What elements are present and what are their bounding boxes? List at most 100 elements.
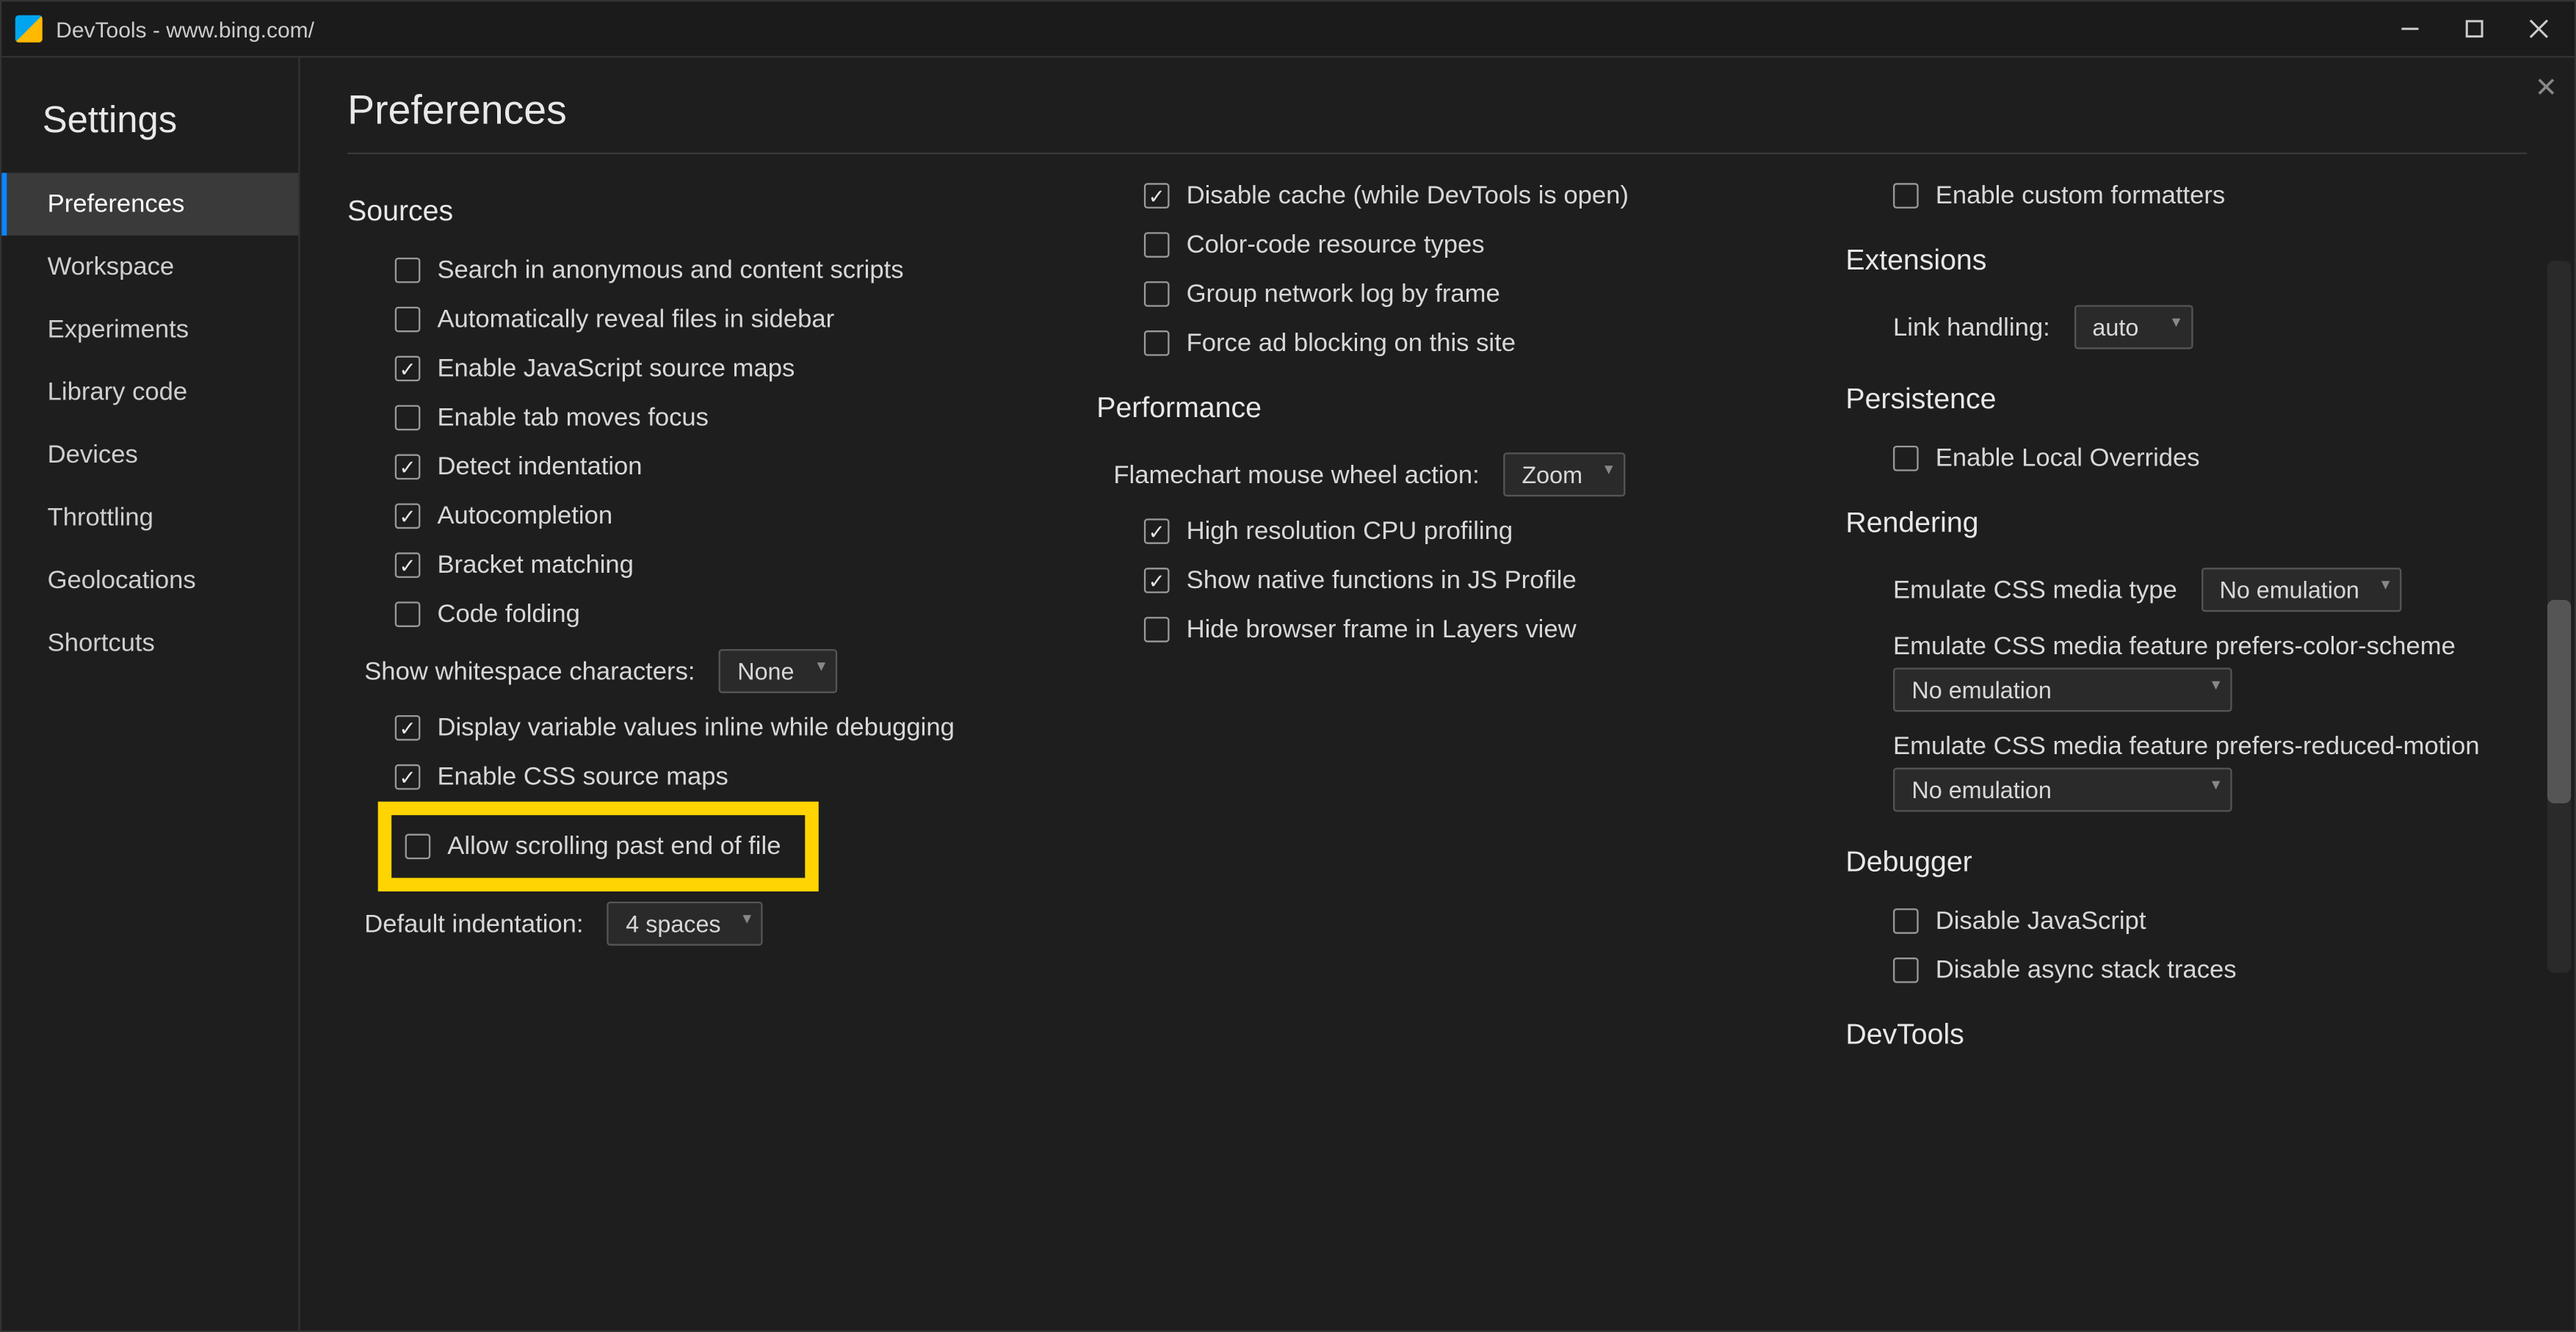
label: Bracket matching bbox=[437, 551, 633, 579]
sidebar-item-devices[interactable]: Devices bbox=[1, 424, 298, 486]
label: Enable custom formatters bbox=[1936, 181, 2225, 210]
checkbox[interactable] bbox=[1893, 183, 1919, 209]
pref-disable-cache[interactable]: Disable cache (while DevTools is open) bbox=[1096, 171, 1778, 220]
label: Emulate CSS media type bbox=[1893, 576, 2177, 604]
label: Show native functions in JS Profile bbox=[1187, 566, 1577, 595]
scrollbar-thumb[interactable] bbox=[2547, 600, 2571, 803]
sidebar-item-throttling[interactable]: Throttling bbox=[1, 486, 298, 549]
checkbox[interactable] bbox=[1144, 183, 1170, 209]
pref-js-source-maps[interactable]: Enable JavaScript source maps bbox=[347, 344, 1029, 394]
pref-emulate-color-scheme: Emulate CSS media feature prefers-color-… bbox=[1845, 622, 2527, 722]
checkbox[interactable] bbox=[1144, 617, 1170, 643]
label: Search in anonymous and content scripts bbox=[437, 256, 903, 285]
close-settings-icon[interactable]: ✕ bbox=[2535, 71, 2558, 105]
checkbox[interactable] bbox=[395, 307, 421, 333]
checkbox[interactable] bbox=[395, 601, 421, 627]
checkbox[interactable] bbox=[395, 503, 421, 529]
label: Detect indentation bbox=[437, 452, 642, 481]
label: Link handling: bbox=[1893, 313, 2050, 341]
section-devtools: DevTools bbox=[1845, 1018, 2527, 1052]
label: Enable CSS source maps bbox=[437, 763, 728, 792]
minimize-button[interactable] bbox=[2398, 17, 2422, 40]
checkbox[interactable] bbox=[395, 258, 421, 283]
checkbox[interactable] bbox=[405, 834, 431, 860]
label: Show whitespace characters: bbox=[364, 656, 695, 685]
label: Force ad blocking on this site bbox=[1187, 329, 1516, 358]
label: Allow scrolling past end of file bbox=[447, 832, 781, 861]
close-button[interactable] bbox=[2527, 17, 2550, 40]
label: Emulate CSS media feature prefers-color-… bbox=[1893, 632, 2456, 661]
pref-force-adblock[interactable]: Force ad blocking on this site bbox=[1096, 319, 1778, 368]
sidebar-item-shortcuts[interactable]: Shortcuts bbox=[1, 612, 298, 674]
checkbox[interactable] bbox=[1893, 958, 1919, 983]
pref-bracket-matching[interactable]: Bracket matching bbox=[347, 540, 1029, 590]
label: Disable async stack traces bbox=[1936, 956, 2237, 985]
preferences-columns: Sources Search in anonymous and content … bbox=[347, 171, 2527, 1311]
pref-native-functions[interactable]: Show native functions in JS Profile bbox=[1096, 556, 1778, 605]
pref-auto-reveal[interactable]: Automatically reveal files in sidebar bbox=[347, 295, 1029, 344]
divider bbox=[347, 153, 2527, 154]
label: Flamechart mouse wheel action: bbox=[1113, 460, 1479, 489]
checkbox[interactable] bbox=[1144, 232, 1170, 258]
pref-color-code-resources[interactable]: Color-code resource types bbox=[1096, 220, 1778, 269]
pref-var-inline[interactable]: Display variable values inline while deb… bbox=[347, 703, 1029, 753]
checkbox[interactable] bbox=[395, 715, 421, 741]
label: Enable tab moves focus bbox=[437, 403, 708, 432]
pref-tab-focus[interactable]: Enable tab moves focus bbox=[347, 393, 1029, 442]
pref-disable-js[interactable]: Disable JavaScript bbox=[1845, 897, 2527, 946]
default-indent-select[interactable]: 4 spaces bbox=[607, 902, 763, 946]
checkbox[interactable] bbox=[1893, 908, 1919, 934]
pref-search-anonymous[interactable]: Search in anonymous and content scripts bbox=[347, 246, 1029, 295]
checkbox[interactable] bbox=[1144, 518, 1170, 544]
sidebar-item-workspace[interactable]: Workspace bbox=[1, 236, 298, 298]
checkbox[interactable] bbox=[395, 552, 421, 578]
pref-group-by-frame[interactable]: Group network log by frame bbox=[1096, 269, 1778, 319]
pref-local-overrides[interactable]: Enable Local Overrides bbox=[1845, 434, 2527, 483]
pref-hide-browser-frame[interactable]: Hide browser frame in Layers view bbox=[1096, 605, 1778, 654]
label: Autocompletion bbox=[437, 502, 612, 530]
maximize-button[interactable] bbox=[2463, 17, 2486, 40]
pref-code-folding[interactable]: Code folding bbox=[347, 590, 1029, 639]
pref-high-res-cpu[interactable]: High resolution CPU profiling bbox=[1096, 507, 1778, 556]
pref-flamechart-wheel: Flamechart mouse wheel action: Zoom bbox=[1096, 442, 1778, 507]
pref-css-source-maps[interactable]: Enable CSS source maps bbox=[347, 753, 1029, 802]
pref-custom-formatters[interactable]: Enable custom formatters bbox=[1845, 171, 2527, 220]
checkbox[interactable] bbox=[1144, 568, 1170, 593]
checkbox[interactable] bbox=[395, 356, 421, 382]
pref-detect-indent[interactable]: Detect indentation bbox=[347, 442, 1029, 491]
col-network-perf: Disable cache (while DevTools is open) C… bbox=[1096, 171, 1778, 1311]
col-right: Enable custom formatters Extensions Link… bbox=[1845, 171, 2527, 1311]
checkbox[interactable] bbox=[1144, 281, 1170, 307]
label: Color-code resource types bbox=[1187, 231, 1485, 259]
color-scheme-select[interactable]: No emulation bbox=[1893, 667, 2232, 712]
flamechart-wheel-select[interactable]: Zoom bbox=[1503, 452, 1625, 496]
section-debugger: Debugger bbox=[1845, 846, 2527, 880]
pref-disable-async-stack[interactable]: Disable async stack traces bbox=[1845, 946, 2527, 995]
pref-scroll-past-eof[interactable]: Allow scrolling past end of file bbox=[398, 822, 781, 871]
sidebar-item-experiments[interactable]: Experiments bbox=[1, 298, 298, 361]
label: Default indentation: bbox=[364, 909, 583, 938]
titlebar: DevTools - www.bing.com/ bbox=[1, 1, 2575, 56]
link-handling-select[interactable]: auto bbox=[2074, 305, 2193, 349]
checkbox[interactable] bbox=[395, 764, 421, 790]
sidebar-item-library-code[interactable]: Library code bbox=[1, 361, 298, 424]
pref-autocompletion[interactable]: Autocompletion bbox=[347, 491, 1029, 540]
sidebar-item-preferences[interactable]: Preferences bbox=[1, 173, 298, 235]
label: Disable cache (while DevTools is open) bbox=[1187, 181, 1629, 210]
label: Emulate CSS media feature prefers-reduce… bbox=[1893, 732, 2480, 761]
checkbox[interactable] bbox=[1144, 330, 1170, 356]
reduced-motion-select[interactable]: No emulation bbox=[1893, 768, 2232, 812]
highlight-allow-scrolling: Allow scrolling past end of file bbox=[378, 802, 819, 891]
checkbox[interactable] bbox=[395, 405, 421, 431]
checkbox[interactable] bbox=[1893, 446, 1919, 471]
media-type-select[interactable]: No emulation bbox=[2201, 568, 2401, 612]
sidebar-item-geolocations[interactable]: Geolocations bbox=[1, 549, 298, 612]
checkbox[interactable] bbox=[395, 455, 421, 480]
label: Hide browser frame in Layers view bbox=[1187, 615, 1577, 644]
label: Enable JavaScript source maps bbox=[437, 354, 795, 383]
pref-emulate-media-type: Emulate CSS media type No emulation bbox=[1845, 557, 2527, 622]
section-persistence: Persistence bbox=[1845, 383, 2527, 417]
whitespace-select[interactable]: None bbox=[719, 649, 838, 693]
pref-default-indent: Default indentation: 4 spaces bbox=[347, 891, 1029, 956]
label: High resolution CPU profiling bbox=[1187, 517, 1513, 546]
